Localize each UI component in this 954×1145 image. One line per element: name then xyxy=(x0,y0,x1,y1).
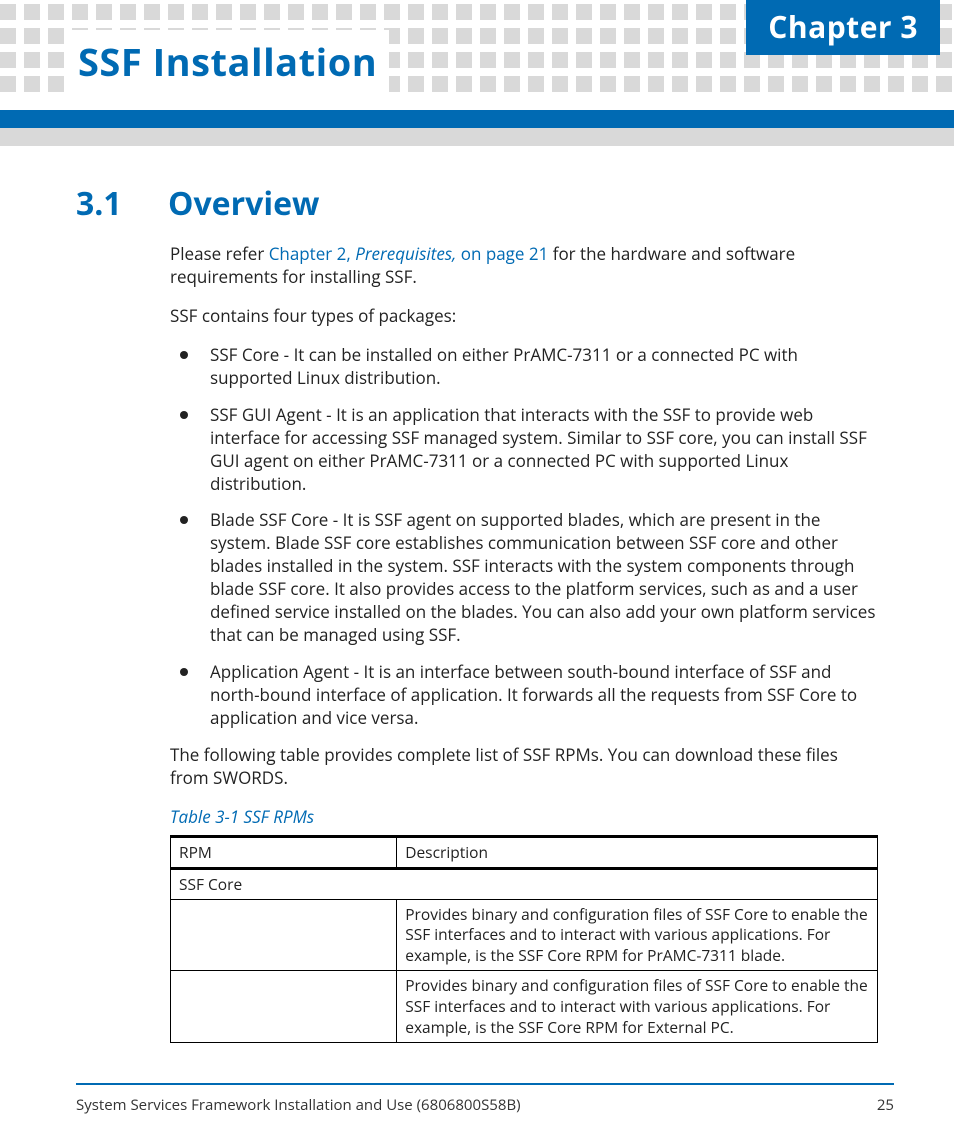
footer-doc-id: System Services Framework Installation a… xyxy=(76,1095,521,1115)
footer-page-number: 25 xyxy=(877,1095,894,1115)
section-title: Overview xyxy=(168,182,319,225)
table-lead: The following table provides complete li… xyxy=(170,744,878,790)
table-row: Provides binary and configuration files … xyxy=(171,899,878,971)
section-heading: 3.1 Overview xyxy=(76,182,878,225)
table-row: Provides binary and configuration files … xyxy=(171,971,878,1043)
rpms-table: RPM Description SSF Core Provides binary… xyxy=(170,835,878,1043)
section-number: 3.1 xyxy=(76,182,132,225)
page-footer: System Services Framework Installation a… xyxy=(76,1083,894,1115)
cell-description: Provides binary and configuration files … xyxy=(397,899,878,971)
xref-page: on page 21 xyxy=(456,242,548,265)
xref-chapter: Chapter 2, xyxy=(269,242,356,265)
decorative-gray-bar xyxy=(0,128,954,146)
cell-rpm xyxy=(171,971,397,1043)
cell-description: Provides binary and configuration files … xyxy=(397,971,878,1043)
content-area: 3.1 Overview Please refer Chapter 2, Pre… xyxy=(76,182,878,1043)
decorative-blue-bar xyxy=(0,110,954,128)
xref-title: Prerequisites, xyxy=(355,242,456,265)
packages-lead: SSF contains four types of packages: xyxy=(170,305,878,328)
cross-reference[interactable]: Chapter 2, Prerequisites, on page 21 xyxy=(269,242,549,265)
section-body: Please refer Chapter 2, Prerequisites, o… xyxy=(170,243,878,1043)
col-description: Description xyxy=(397,836,878,868)
table-header-row: RPM Description xyxy=(171,836,878,868)
page-title: SSF Installation xyxy=(78,36,377,88)
cell-rpm xyxy=(171,899,397,971)
col-rpm: RPM xyxy=(171,836,397,868)
table-caption: Table 3-1 SSF RPMs xyxy=(170,806,878,829)
list-item: SSF Core - It can be installed on either… xyxy=(170,344,878,390)
list-item: SSF GUI Agent - It is an application tha… xyxy=(170,404,878,496)
intro-prefix: Please refer xyxy=(170,242,269,265)
page-title-container: SSF Installation xyxy=(72,30,389,94)
category-cell: SSF Core xyxy=(171,868,878,899)
packages-list: SSF Core - It can be installed on either… xyxy=(170,344,878,730)
intro-para: Please refer Chapter 2, Prerequisites, o… xyxy=(170,243,878,289)
list-item: Blade SSF Core - It is SSF agent on supp… xyxy=(170,509,878,647)
table-category-row: SSF Core xyxy=(171,868,878,899)
chapter-badge: Chapter 3 xyxy=(746,0,940,55)
list-item: Application Agent - It is an interface b… xyxy=(170,661,878,730)
